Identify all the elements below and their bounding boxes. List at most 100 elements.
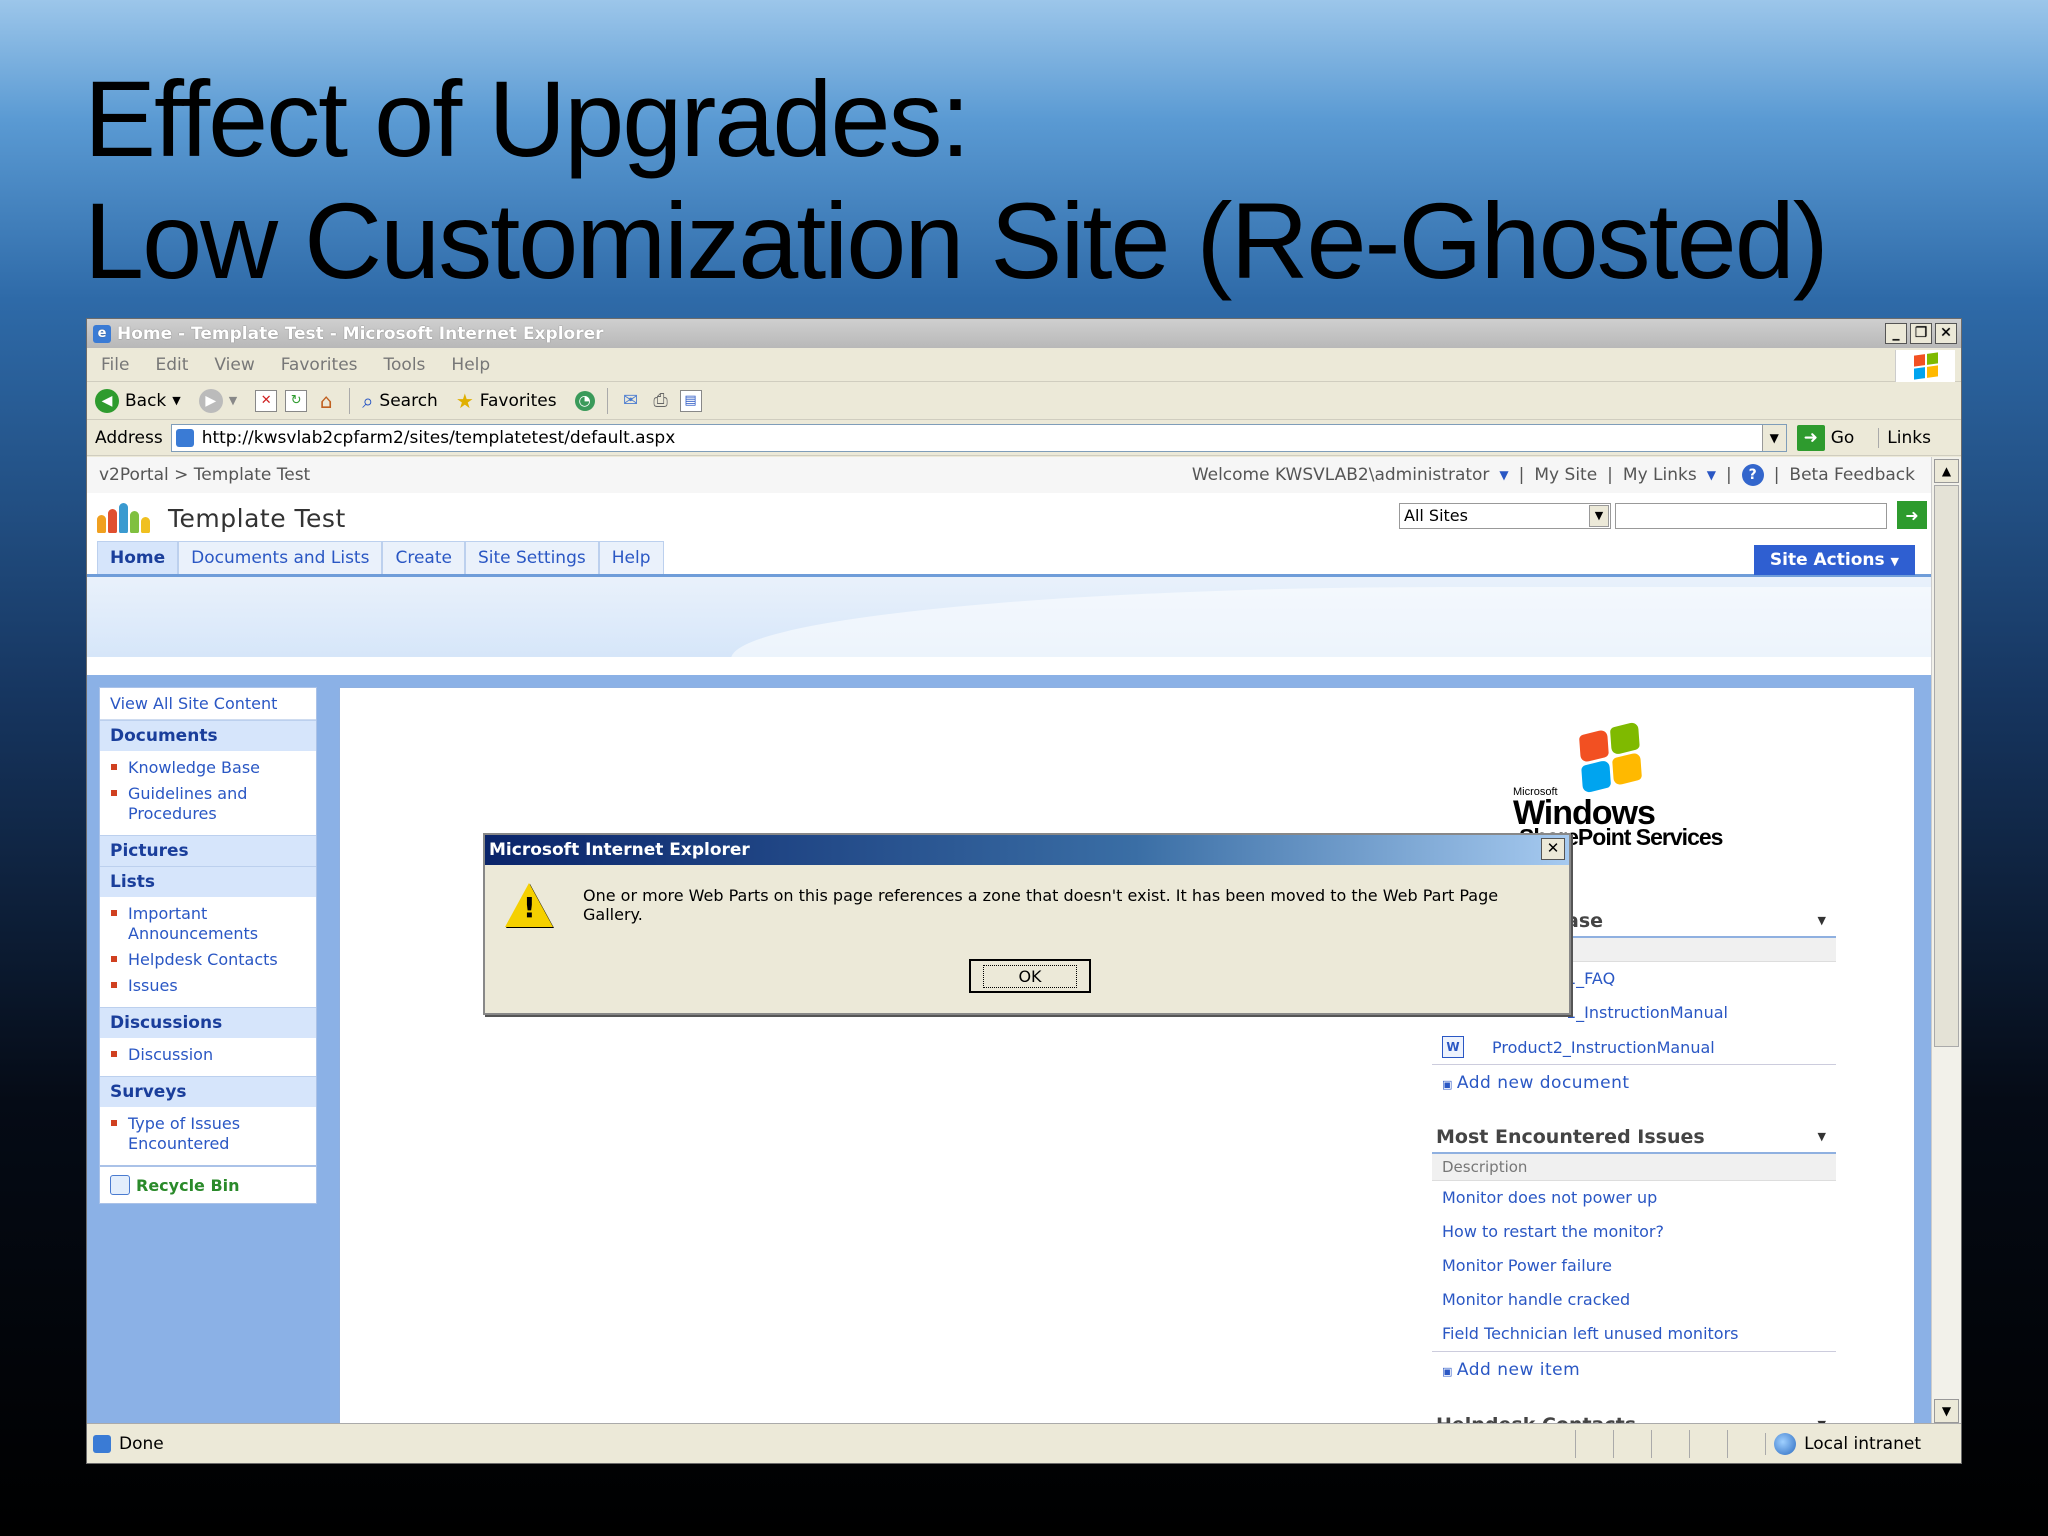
- security-zone[interactable]: Local intranet: [1765, 1432, 1961, 1455]
- search-go-icon[interactable]: ➜: [1897, 501, 1927, 529]
- ql-heading-documents[interactable]: Documents: [100, 720, 316, 751]
- quick-launch: View All Site Content Documents Knowledg…: [99, 687, 317, 1204]
- issues-webpart: Most Encountered Issues ▼ Description Mo…: [1432, 1122, 1836, 1388]
- doc-link[interactable]: Product2_InstructionManual: [1492, 1038, 1715, 1057]
- ql-heading-pictures[interactable]: Pictures: [100, 835, 316, 866]
- dialog-message: One or more Web Parts on this page refer…: [583, 886, 1499, 924]
- status-cell: [1651, 1429, 1689, 1458]
- chevron-down-icon[interactable]: ▼: [1761, 424, 1786, 451]
- ql-item-announcements[interactable]: Important Announcements: [100, 901, 316, 947]
- beta-feedback-link[interactable]: Beta Feedback: [1789, 465, 1915, 485]
- zone-label: Local intranet: [1804, 1433, 1921, 1454]
- ql-item-guidelines[interactable]: Guidelines and Procedures: [100, 781, 316, 827]
- my-links-menu[interactable]: My Links: [1623, 465, 1697, 485]
- chevron-down-icon[interactable]: ▼: [1499, 468, 1508, 482]
- ql-heading-lists[interactable]: Lists: [100, 866, 316, 897]
- chevron-down-icon: ▼: [228, 394, 238, 407]
- menu-file[interactable]: File: [101, 355, 129, 375]
- intranet-globe-icon: [1774, 1432, 1797, 1455]
- menu-bar: File Edit View Favorites Tools Help: [87, 348, 1961, 382]
- vertical-scrollbar[interactable]: ▲ ▼: [1931, 457, 1961, 1425]
- address-input[interactable]: http://kwsvlab2cpfarm2/sites/templatetes…: [170, 423, 1787, 452]
- refresh-icon[interactable]: ↻: [285, 389, 308, 412]
- recycle-bin-link[interactable]: Recycle Bin: [100, 1165, 316, 1203]
- list-item[interactable]: How to restart the monitor?: [1432, 1215, 1836, 1249]
- menu-view[interactable]: View: [214, 355, 254, 375]
- tab-create[interactable]: Create: [382, 541, 465, 574]
- links-button[interactable]: Links: [1878, 427, 1931, 448]
- list-item[interactable]: Monitor Power failure: [1432, 1249, 1836, 1283]
- windows-flag-icon: [1579, 721, 1642, 794]
- dialog-titlebar[interactable]: Microsoft Internet Explorer ✕: [485, 835, 1569, 865]
- dialog-title: Microsoft Internet Explorer: [489, 840, 750, 860]
- list-item[interactable]: Monitor does not power up: [1432, 1181, 1836, 1215]
- windows-flag-icon: [1895, 350, 1955, 382]
- chevron-down-icon[interactable]: ▼: [1707, 468, 1716, 482]
- back-button[interactable]: ◀ Back ▼: [95, 388, 181, 413]
- tab-help[interactable]: Help: [598, 541, 664, 574]
- my-site-link[interactable]: My Site: [1534, 465, 1597, 485]
- search-scope-select[interactable]: All Sites ▼: [1399, 503, 1611, 529]
- breadcrumb[interactable]: v2Portal > Template Test: [99, 465, 310, 485]
- ie-window: e Home - Template Test - Microsoft Inter…: [86, 318, 1962, 1464]
- site-actions-button[interactable]: Site Actions ▼: [1753, 545, 1915, 575]
- chevron-down-icon[interactable]: ▼: [1818, 1130, 1826, 1143]
- media-icon[interactable]: ◔: [574, 390, 595, 411]
- tab-documents-and-lists[interactable]: Documents and Lists: [178, 541, 383, 574]
- favorites-button[interactable]: ★ Favorites: [456, 389, 557, 413]
- chevron-down-icon: ▼: [172, 394, 181, 407]
- print-icon[interactable]: ⎙: [650, 390, 672, 412]
- dialog-close-button[interactable]: ✕: [1541, 838, 1565, 860]
- ie-icon: e: [93, 324, 111, 343]
- chevron-down-icon[interactable]: ▼: [1818, 914, 1826, 927]
- go-button[interactable]: ➜ Go: [1796, 424, 1854, 451]
- chevron-down-icon[interactable]: ▼: [1589, 505, 1609, 527]
- address-url: http://kwsvlab2cpfarm2/sites/templatetes…: [201, 427, 676, 448]
- menu-edit[interactable]: Edit: [155, 355, 188, 375]
- ql-heading-discussions[interactable]: Discussions: [100, 1007, 316, 1038]
- view-all-site-content-link[interactable]: View All Site Content: [100, 688, 316, 720]
- menu-favorites[interactable]: Favorites: [281, 355, 358, 375]
- close-button[interactable]: ✕: [1935, 323, 1957, 344]
- address-bar: Address http://kwsvlab2cpfarm2/sites/tem…: [87, 420, 1961, 456]
- banner: [87, 577, 1931, 657]
- scroll-up-icon[interactable]: ▲: [1934, 459, 1959, 483]
- ql-heading-surveys[interactable]: Surveys: [100, 1076, 316, 1107]
- home-icon[interactable]: ⌂: [315, 389, 337, 413]
- welcome-menu[interactable]: Welcome KWSVLAB2\administrator: [1192, 465, 1490, 485]
- webpart-column-header[interactable]: Description: [1432, 1154, 1836, 1181]
- scroll-down-icon[interactable]: ▼: [1934, 1399, 1959, 1423]
- help-icon[interactable]: ?: [1741, 464, 1764, 486]
- edit-icon[interactable]: ▤: [679, 389, 702, 412]
- favorites-label: Favorites: [479, 390, 557, 411]
- scroll-thumb[interactable]: [1934, 485, 1959, 1047]
- forward-button[interactable]: ▶ ▼: [198, 388, 238, 413]
- search-button[interactable]: ⌕ Search: [362, 389, 438, 413]
- restore-button[interactable]: ❐: [1910, 323, 1932, 344]
- site-search-input[interactable]: [1615, 503, 1887, 529]
- menu-tools[interactable]: Tools: [384, 355, 426, 375]
- ql-item-discussion[interactable]: Discussion: [100, 1042, 316, 1068]
- ql-item-knowledge-base[interactable]: Knowledge Base: [100, 755, 316, 781]
- stop-icon[interactable]: ✕: [255, 389, 278, 412]
- body-area: View All Site Content Documents Knowledg…: [87, 675, 1931, 1425]
- ql-item-type-of-issues[interactable]: Type of Issues Encountered: [100, 1111, 316, 1157]
- add-new-document-link[interactable]: Add new document: [1432, 1064, 1836, 1101]
- ok-button[interactable]: OK: [969, 959, 1091, 993]
- webpart-title[interactable]: Most Encountered Issues ▼: [1432, 1122, 1836, 1154]
- menu-help[interactable]: Help: [451, 355, 490, 375]
- tab-site-settings[interactable]: Site Settings: [464, 541, 599, 574]
- add-new-item-link[interactable]: Add new item: [1432, 1351, 1836, 1388]
- list-item[interactable]: Field Technician left unused monitors: [1432, 1317, 1836, 1351]
- slide-title: Effect of Upgrades: Low Customization Si…: [84, 58, 1984, 302]
- tab-home[interactable]: Home: [97, 541, 179, 574]
- ql-item-issues[interactable]: Issues: [100, 973, 316, 999]
- mail-icon[interactable]: ✉: [620, 390, 642, 412]
- list-item[interactable]: Monitor handle cracked: [1432, 1283, 1836, 1317]
- ql-item-helpdesk-contacts[interactable]: Helpdesk Contacts: [100, 947, 316, 973]
- site-header: Template Test All Sites ▼ ➜: [87, 493, 1931, 543]
- window-titlebar[interactable]: e Home - Template Test - Microsoft Inter…: [87, 319, 1961, 348]
- ok-label: OK: [983, 964, 1077, 988]
- minimize-button[interactable]: _: [1885, 323, 1907, 344]
- list-item[interactable]: W Product2_InstructionManual: [1432, 1030, 1836, 1064]
